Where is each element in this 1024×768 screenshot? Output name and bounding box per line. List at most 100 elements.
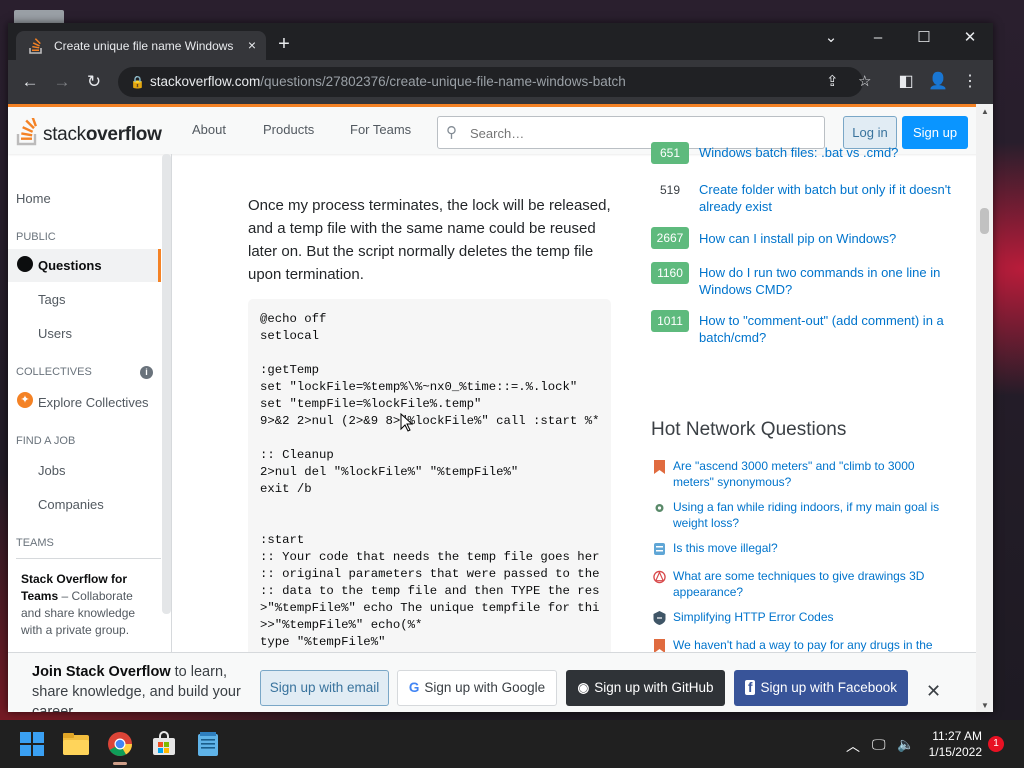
hot-network-title: Hot Network Questions — [651, 419, 847, 440]
bookmark-star-icon[interactable]: ☆ — [858, 67, 871, 97]
page-scrollbar[interactable]: ▲ ▼ — [976, 104, 993, 712]
forward-arrow-icon[interactable]: → — [50, 70, 74, 94]
chrome-icon[interactable] — [104, 728, 136, 765]
show-hidden-icons-chevron-icon[interactable]: ︿ — [846, 736, 860, 756]
linked-question-link[interactable]: How do I run two commands in one line in… — [699, 264, 959, 298]
arts-site-icon — [653, 570, 666, 584]
profile-icon[interactable]: 👤 — [926, 70, 950, 94]
hot-network-link[interactable]: Using a fan while riding indoors, if my … — [673, 499, 953, 531]
nav-about[interactable]: About — [192, 122, 226, 137]
sidebar-item-tags[interactable]: Tags — [38, 292, 65, 307]
file-explorer-icon[interactable] — [60, 728, 92, 760]
taskbar: ︿ 🖵 🔈 11:27 AM 1/15/2022 1 — [0, 720, 1024, 768]
linked-question-link[interactable]: Create folder with batch but only if it … — [699, 181, 959, 215]
stackoverflow-logo[interactable]: stackoverflow — [16, 116, 162, 146]
sidebar-section-find-a-job: FIND A JOB — [16, 435, 76, 447]
hot-network-link[interactable]: Are "ascend 3000 meters" and "climb to 3… — [673, 458, 953, 490]
signup-email-button[interactable]: Sign up with email — [260, 670, 389, 706]
sidebar-section-collectives: COLLECTIVES — [16, 366, 92, 378]
close-window-icon[interactable]: ✕ — [947, 23, 993, 55]
score-badge: 1011 — [651, 310, 689, 332]
clock-date: 1/15/2022 — [928, 745, 982, 759]
banner-message: Join Stack Overflow to learn, share know… — [32, 664, 241, 712]
code-text: @echo off setlocal :getTemp set "lockFil… — [260, 312, 600, 649]
clock[interactable]: 11:27 AM 1/15/2022 — [924, 728, 982, 760]
maximize-icon[interactable]: ☐ — [901, 23, 947, 55]
sidebar-item-jobs[interactable]: Jobs — [38, 463, 65, 478]
softwareengineering-site-icon — [653, 611, 666, 625]
signup-facebook-button[interactable]: f Sign up with Facebook — [734, 670, 908, 706]
mouse-cursor-icon — [400, 413, 414, 432]
google-icon: G — [408, 680, 420, 695]
notification-badge[interactable]: 1 — [988, 736, 1004, 752]
store-icon[interactable] — [148, 728, 180, 760]
code-block: @echo off setlocal :getTemp set "lockFil… — [248, 299, 611, 659]
stackoverflow-favicon-icon — [29, 37, 42, 54]
volume-icon[interactable]: 🔈 — [897, 736, 914, 753]
nav-products[interactable]: Products — [263, 122, 314, 137]
sidebar-item-questions[interactable]: Questions — [8, 249, 161, 282]
address-bar[interactable]: 🔒 stackoverflow.com/questions/27802376/cr… — [118, 67, 871, 97]
side-panel-icon[interactable]: ◧ — [894, 70, 918, 94]
info-icon[interactable]: i — [140, 366, 153, 379]
collectives-icon: ✦ — [17, 392, 33, 408]
globe-icon — [17, 256, 33, 272]
sidebar-item-home[interactable]: Home — [16, 191, 51, 206]
bookmark-site-icon — [654, 639, 665, 653]
new-tab-button[interactable]: + — [270, 31, 298, 59]
browser-tab[interactable]: Create unique file name Windows batch - … — [16, 31, 266, 60]
search-input[interactable] — [470, 123, 810, 143]
signup-github-label: Sign up with GitHub — [594, 680, 714, 695]
score-badge: 1160 — [651, 262, 689, 284]
sidebar-scrollbar[interactable] — [162, 154, 171, 614]
linked-question-link[interactable]: How can I install pip on Windows? — [699, 230, 959, 247]
stackoverflow-logo-icon — [16, 118, 37, 146]
hot-network-link[interactable]: What are some techniques to give drawing… — [673, 568, 953, 600]
tab-title: Create unique file name Windows batch - … — [54, 38, 234, 53]
sidebar-item-users[interactable]: Users — [38, 326, 72, 341]
score-badge: 519 — [651, 179, 689, 201]
sidebar-section-public: PUBLIC — [16, 231, 56, 243]
sidebar-section-teams: TEAMS — [16, 537, 54, 549]
search-icon: ⚲ — [446, 124, 457, 141]
notepad-icon[interactable] — [192, 728, 224, 760]
banner-close-icon[interactable]: ✕ — [926, 681, 941, 702]
linked-question-link[interactable]: How to "comment-out" (add comment) in a … — [699, 312, 959, 346]
signup-banner: Join Stack Overflow to learn, share know… — [8, 652, 976, 712]
scroll-down-arrow-icon[interactable]: ▼ — [981, 701, 989, 710]
signup-google-label: Sign up with Google — [424, 680, 546, 695]
back-arrow-icon[interactable]: ← — [18, 70, 42, 94]
reload-icon[interactable]: ↻ — [82, 70, 106, 94]
nav-for-teams[interactable]: For Teams — [350, 122, 411, 137]
sidebar-item-explore-collectives[interactable]: Explore Collectives — [38, 395, 149, 410]
logo-text: stackoverflow — [43, 124, 162, 145]
tab-search-chevron-icon[interactable]: ⌄ — [808, 23, 854, 55]
tab-strip: Create unique file name Windows batch - … — [8, 23, 993, 60]
question-paragraph: Once my process terminates, the lock wil… — [248, 197, 611, 283]
score-badge: 651 — [651, 142, 689, 164]
signup-github-button[interactable]: ◉ Sign up with GitHub — [566, 670, 725, 706]
browser-window: Create unique file name Windows batch - … — [8, 23, 993, 712]
active-app-indicator — [113, 762, 127, 765]
left-sidebar: Home PUBLIC Questions Tags Users COLLECT… — [8, 154, 172, 654]
scroll-up-arrow-icon[interactable]: ▲ — [981, 107, 989, 116]
background-window-edge — [14, 10, 64, 24]
minimize-icon[interactable]: – — [855, 23, 901, 55]
sidebar-item-companies[interactable]: Companies — [38, 497, 104, 512]
teams-promo[interactable]: Stack Overflow for Teams – Collaborate a… — [16, 558, 161, 658]
scrollbar-thumb[interactable] — [980, 208, 989, 234]
tab-close-icon[interactable]: × — [248, 37, 256, 53]
web-page: stackoverflow About Products For Teams ⚲… — [8, 104, 993, 712]
menu-kebab-icon[interactable]: ⋮ — [958, 70, 982, 94]
clock-time: 11:27 AM — [932, 729, 982, 743]
chess-site-icon — [654, 543, 665, 555]
share-icon[interactable]: ⇪ — [826, 67, 839, 97]
windows-start-icon[interactable] — [16, 728, 48, 760]
hot-network-link[interactable]: Is this move illegal? — [673, 540, 953, 556]
linked-question-link[interactable]: Windows batch files: .bat vs .cmd? — [699, 144, 959, 161]
signup-google-button[interactable]: G Sign up with Google — [397, 670, 557, 706]
network-icon[interactable]: 🖵 — [872, 736, 886, 753]
sidebar-item-label: Questions — [38, 258, 102, 273]
bookmark-site-icon — [654, 460, 665, 474]
hot-network-link[interactable]: Simplifying HTTP Error Codes — [673, 609, 953, 625]
